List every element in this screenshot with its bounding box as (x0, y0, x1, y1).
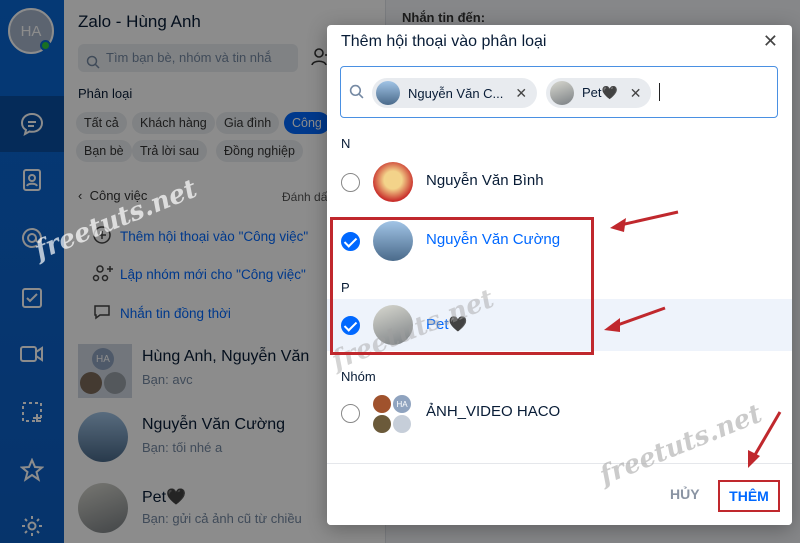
selected-tag: Pet🖤 ✕ (546, 78, 652, 108)
select-radio[interactable] (341, 404, 360, 423)
add-button[interactable]: THÊM (718, 480, 780, 512)
avatar (550, 81, 574, 105)
tag-label: Nguyễn Văn C... (408, 85, 504, 101)
remove-tag-icon[interactable]: ✕ (515, 85, 527, 102)
tag-label: Pet🖤 (582, 85, 618, 100)
select-radio[interactable] (341, 173, 360, 192)
dialog-footer: HỦY THÊM (327, 463, 792, 525)
close-icon[interactable]: ✕ (763, 31, 778, 52)
cancel-button[interactable]: HỦY (670, 486, 700, 502)
recipient-picker[interactable]: Nguyễn Văn C... ✕ Pet🖤 ✕ (340, 66, 778, 118)
text-caret (659, 83, 660, 101)
search-icon (349, 84, 364, 104)
avatar (373, 162, 413, 202)
group-avatar: HA (373, 393, 413, 433)
remove-tag-icon[interactable]: ✕ (630, 85, 642, 102)
dialog-title: Thêm hội thoại vào phân loại (341, 33, 547, 50)
section-letter: N (341, 136, 351, 151)
contact-name: Nguyễn Văn Bình (426, 172, 544, 189)
highlight-box (330, 217, 594, 355)
member-avatar (373, 415, 391, 433)
group-name: ẢNH_VIDEO HACO (426, 403, 561, 420)
contact-row[interactable]: Nguyễn Văn Bình (327, 156, 792, 208)
avatar (376, 81, 400, 105)
group-avatar-initials: HA (393, 395, 411, 413)
selected-tag: Nguyễn Văn C... ✕ (372, 78, 538, 108)
member-avatar (373, 395, 391, 413)
member-avatar (393, 415, 411, 433)
